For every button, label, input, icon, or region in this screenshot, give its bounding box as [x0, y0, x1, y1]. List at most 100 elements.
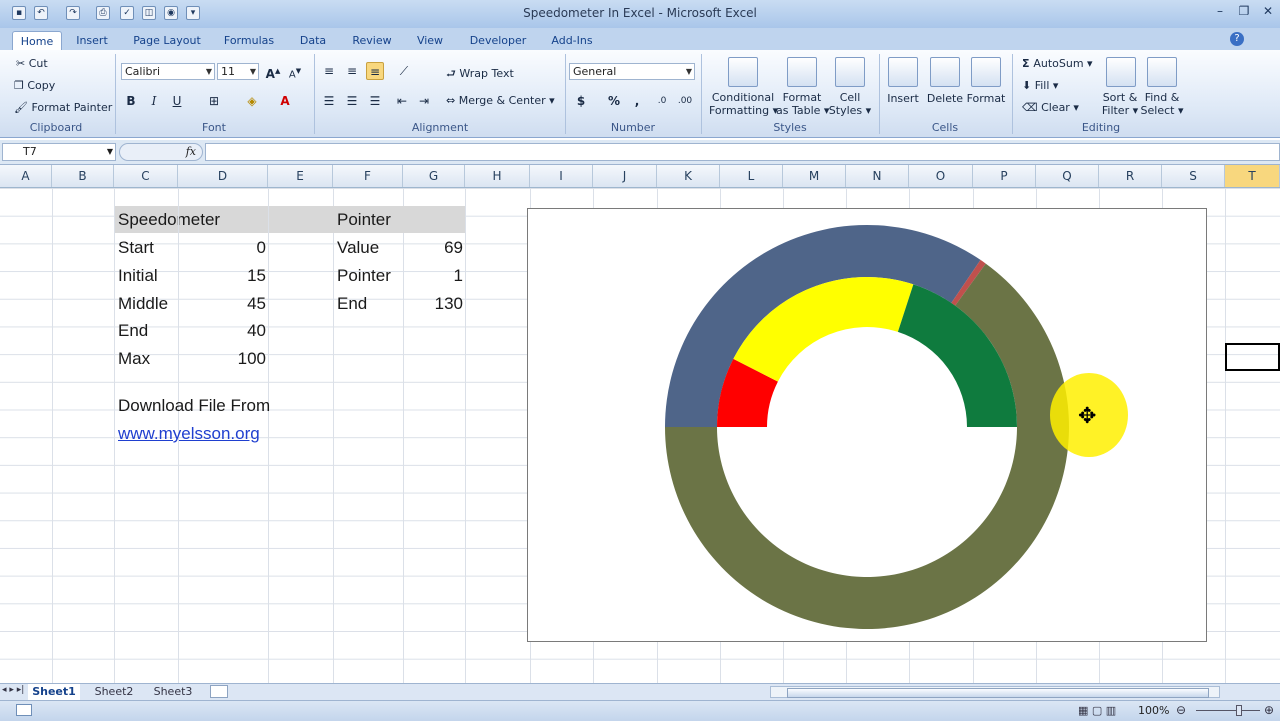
speedometer-label[interactable]: Max	[118, 345, 150, 372]
wrap-text-button[interactable]: ⮐ Wrap Text	[446, 65, 514, 84]
sheet-tab-1[interactable]: Sheet1	[28, 684, 80, 700]
sheet-nav-icon[interactable]: ◂ ▸ ▸|	[2, 685, 24, 695]
zoom-slider[interactable]	[1196, 710, 1260, 711]
format-painter-button[interactable]: 🖌 Format Painter	[14, 101, 112, 114]
sort-filter-icon[interactable]	[1106, 57, 1136, 87]
align-left-icon[interactable]: ☰	[320, 92, 338, 110]
format-cells-icon[interactable]	[971, 57, 1001, 87]
tab-add-ins[interactable]: Add-Ins	[544, 31, 600, 50]
zoom-out-icon[interactable]: ⊖	[1176, 703, 1186, 717]
format-table-icon[interactable]	[787, 57, 817, 87]
pointer-label[interactable]: End	[337, 290, 367, 317]
percent-icon[interactable]: %	[605, 92, 623, 110]
sort-filter-button[interactable]: Sort & Filter ▾	[1100, 91, 1140, 117]
speedometer-value[interactable]: 45	[178, 290, 266, 317]
sheet-tab-2[interactable]: Sheet2	[88, 684, 140, 700]
cut-button[interactable]: ✂ Cut	[16, 57, 48, 70]
formula-input[interactable]	[205, 143, 1280, 161]
speedometer-value[interactable]: 15	[178, 262, 266, 289]
tab-view[interactable]: View	[410, 31, 450, 50]
column-header-s[interactable]: S	[1162, 165, 1225, 187]
borders-icon[interactable]: ⊞	[205, 92, 223, 110]
bold-button[interactable]: B	[122, 92, 140, 110]
close-icon[interactable]: ✕	[1256, 2, 1280, 20]
tab-home[interactable]: Home	[12, 31, 62, 51]
speedometer-value[interactable]: 0	[178, 234, 266, 261]
pointer-value[interactable]: 1	[403, 262, 463, 289]
font-color-icon[interactable]: A	[276, 92, 294, 110]
insert-sheet-icon[interactable]	[210, 685, 228, 698]
align-center-icon[interactable]: ☰	[343, 92, 361, 110]
cell-styles-icon[interactable]	[835, 57, 865, 87]
column-header-o[interactable]: O	[909, 165, 973, 187]
speedometer-value[interactable]: 40	[178, 317, 266, 344]
column-header-q[interactable]: Q	[1036, 165, 1099, 187]
name-box[interactable]: T7 ▼	[2, 143, 116, 161]
speedometer-label[interactable]: Initial	[118, 262, 158, 289]
speedometer-label[interactable]: Start	[118, 234, 154, 261]
shrink-font-button[interactable]: A▼	[286, 62, 304, 80]
italic-button[interactable]: I	[145, 92, 163, 110]
pointer-value[interactable]: 130	[403, 290, 463, 317]
minimize-icon[interactable]: –	[1208, 2, 1232, 20]
speedometer-label[interactable]: End	[118, 317, 148, 344]
column-header-l[interactable]: L	[720, 165, 783, 187]
merge-center-button[interactable]: ⇔ Merge & Center ▾	[446, 94, 555, 107]
delete-button[interactable]: Delete	[926, 92, 964, 105]
pointer-value[interactable]: 69	[403, 234, 463, 261]
increase-indent-icon[interactable]: ⇥	[415, 92, 433, 110]
underline-button[interactable]: U	[168, 92, 186, 110]
font-size-select[interactable]: 11 ▼	[217, 63, 259, 80]
zoom-level[interactable]: 100%	[1138, 704, 1169, 717]
find-select-button[interactable]: Find & Select ▾	[1140, 91, 1184, 117]
column-header-j[interactable]: J	[593, 165, 657, 187]
insert-cells-icon[interactable]	[888, 57, 918, 87]
tab-formulas[interactable]: Formulas	[218, 31, 280, 50]
column-header-f[interactable]: F	[333, 165, 403, 187]
column-header-a[interactable]: A	[0, 165, 52, 187]
column-header-p[interactable]: P	[973, 165, 1036, 187]
zoom-in-icon[interactable]: ⊕	[1264, 703, 1274, 717]
sheet-tab-3[interactable]: Sheet3	[147, 684, 199, 700]
column-header-g[interactable]: G	[403, 165, 465, 187]
align-middle-icon[interactable]: ≡	[343, 62, 361, 80]
delete-cells-icon[interactable]	[930, 57, 960, 87]
pointer-header[interactable]: Pointer	[333, 206, 465, 233]
macro-record-icon[interactable]	[16, 704, 32, 716]
speedometer-value[interactable]: 100	[178, 345, 266, 372]
column-header-h[interactable]: H	[465, 165, 530, 187]
autosum-button[interactable]: Σ AutoSum ▾	[1022, 57, 1093, 70]
column-header-t[interactable]: T	[1225, 165, 1280, 187]
find-select-icon[interactable]	[1147, 57, 1177, 87]
column-header-b[interactable]: B	[52, 165, 114, 187]
column-header-e[interactable]: E	[268, 165, 333, 187]
align-bottom-icon[interactable]: ≡	[366, 62, 384, 80]
zoom-slider-thumb[interactable]	[1236, 705, 1242, 716]
decrease-indent-icon[interactable]: ⇤	[393, 92, 411, 110]
fx-button[interactable]: fx	[119, 143, 203, 161]
column-header-k[interactable]: K	[657, 165, 720, 187]
tab-review[interactable]: Review	[346, 31, 398, 50]
tab-developer[interactable]: Developer	[464, 31, 532, 50]
speedometer-label[interactable]: Middle	[118, 290, 168, 317]
column-header-n[interactable]: N	[846, 165, 909, 187]
help-icon[interactable]: ?	[1230, 32, 1244, 46]
insert-button[interactable]: Insert	[884, 92, 922, 105]
scroll-thumb[interactable]	[787, 688, 1209, 698]
column-header-r[interactable]: R	[1099, 165, 1162, 187]
increase-decimal-icon[interactable]: .0	[653, 92, 671, 110]
pointer-label[interactable]: Value	[337, 234, 379, 261]
format-button[interactable]: Format	[965, 92, 1007, 105]
cell-styles-button[interactable]: Cell Styles ▾	[826, 91, 874, 117]
view-buttons[interactable]: ▦ ▢ ▥	[1078, 704, 1116, 717]
column-header-m[interactable]: M	[783, 165, 846, 187]
horizontal-scrollbar[interactable]	[770, 686, 1220, 698]
column-header-c[interactable]: C	[114, 165, 178, 187]
clear-button[interactable]: ⌫ Clear ▾	[1022, 101, 1079, 114]
align-top-icon[interactable]: ≡	[320, 62, 338, 80]
download-text[interactable]: Download File From	[118, 392, 270, 419]
orientation-icon[interactable]: ⟋	[395, 62, 413, 80]
comma-icon[interactable]: ,	[628, 92, 646, 110]
pointer-label[interactable]: Pointer	[337, 262, 391, 289]
download-link[interactable]: www.myelsson.org	[118, 420, 260, 447]
